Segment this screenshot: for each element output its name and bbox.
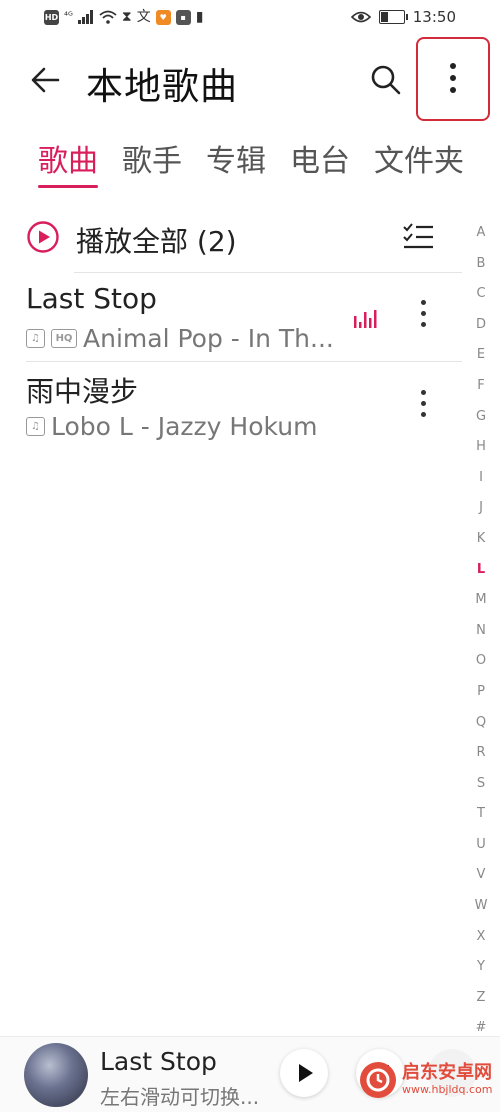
divider [74,272,462,273]
alpha-letter[interactable]: N [470,616,492,647]
wifi-icon [99,10,117,24]
signal-icon [77,10,93,24]
local-file-icon: ♫ [26,417,45,436]
tab-artists[interactable]: 歌手 [122,136,182,180]
song-subtitle: Lobo L - Jazzy Hokum [51,412,318,441]
hq-badge: HQ [51,329,77,348]
tab-radio[interactable]: 电台 [290,136,350,180]
alpha-letter[interactable]: D [470,310,492,341]
play-all-icon[interactable] [26,220,60,254]
song-subtitle: Animal Pop - In Th... [83,324,334,353]
mini-player-title: Last Stop [100,1047,217,1076]
alpha-letter[interactable]: G [470,402,492,433]
alpha-letter[interactable]: L [470,555,492,586]
tab-bar: 歌曲 歌手 专辑 电台 文件夹 [38,136,488,188]
more-vertical-icon [450,63,456,99]
page-title: 本地歌曲 [86,65,238,108]
song-count: (2) [196,225,237,258]
alpha-letter[interactable]: F [470,371,492,402]
watermark-sub-text: www.hbjldq.com [402,1083,493,1096]
multi-select-icon[interactable] [402,222,434,252]
alpha-letter[interactable]: Y [470,952,492,983]
alpha-letter[interactable]: U [470,830,492,861]
song-subtitle-row: ♫ Lobo L - Jazzy Hokum [26,412,317,441]
app-heart-icon: ♥ [155,9,171,25]
hourglass-icon: ⧗ [121,9,132,25]
tab-folders[interactable]: 文件夹 [374,136,464,180]
alpha-letter[interactable]: C [470,279,492,310]
eye-comfort-icon [350,11,371,23]
song-more-icon[interactable] [421,390,426,423]
translate-icon: 文 [136,9,151,25]
status-time: 13:50 [412,8,456,26]
alpha-letter[interactable]: Q [470,708,492,739]
alpha-letter[interactable]: O [470,646,492,677]
song-row[interactable]: Last Stop ♫ HQ Animal Pop - In Th... [0,276,462,360]
mini-player-subtitle: 左右滑动可切换... [100,1085,260,1109]
tab-albums[interactable]: 专辑 [206,136,266,180]
alpha-letter[interactable]: W [470,891,492,922]
alpha-letter[interactable]: M [470,585,492,616]
battery-alert-icon: ▮ [195,9,204,25]
alpha-letter[interactable]: A [470,218,492,249]
alpha-letter[interactable]: S [470,769,492,800]
watermark-logo-icon [360,1062,396,1098]
play-all-button[interactable]: 播放全部 (2) [76,220,237,260]
divider [26,361,462,362]
album-cover[interactable] [24,1043,88,1107]
watermark-text: 启东安卓网 www.hbjldq.com [402,1063,493,1097]
alpha-letter[interactable]: B [470,249,492,280]
status-bar: HD ⁴ᴳ ⧗ 文 ♥ ▪ ▮ 13:50 [0,0,500,36]
song-row[interactable]: 雨中漫步 ♫ Lobo L - Jazzy Hokum [0,364,462,448]
alpha-letter[interactable]: R [470,738,492,769]
song-more-icon[interactable] [421,300,426,333]
alpha-letter[interactable]: T [470,799,492,830]
app-notification-icon: ▪ [175,9,191,25]
alpha-letter[interactable]: H [470,432,492,463]
alpha-letter[interactable]: J [470,493,492,524]
alpha-letter[interactable]: K [470,524,492,555]
now-playing-equalizer-icon [354,310,377,328]
alpha-letter[interactable]: E [470,340,492,371]
status-right-icons: 13:50 [350,8,456,26]
battery-icon [378,10,408,24]
search-icon[interactable] [368,62,404,98]
play-button[interactable] [280,1049,328,1097]
watermark: 启东安卓网 www.hbjldq.com [360,1052,500,1108]
local-file-icon: ♫ [26,329,45,348]
play-icon [299,1064,313,1082]
back-arrow-icon[interactable] [28,62,64,98]
alpha-letter[interactable]: X [470,922,492,953]
network-4g-icon: ⁴ᴳ [64,11,73,22]
alpha-letter[interactable]: V [470,860,492,891]
watermark-main-text: 启东安卓网 [402,1062,492,1083]
tab-songs[interactable]: 歌曲 [38,136,98,188]
alphabet-index[interactable]: A B C D E F G H I J K L M N O P Q R S T U V W X Y Z # [470,218,492,1044]
song-subtitle-row: ♫ HQ Animal Pop - In Th... [26,324,334,353]
play-all-text: 播放全部 [76,225,189,258]
hd-icon: HD [44,9,59,25]
alpha-letter[interactable]: Z [470,983,492,1014]
status-left-icons: HD ⁴ᴳ ⧗ 文 ♥ ▪ ▮ [44,8,203,26]
song-title: 雨中漫步 [26,375,139,408]
alpha-letter[interactable]: I [470,463,492,494]
more-options-button[interactable] [416,37,490,121]
alpha-letter[interactable]: P [470,677,492,708]
song-title: Last Stop [26,282,157,315]
